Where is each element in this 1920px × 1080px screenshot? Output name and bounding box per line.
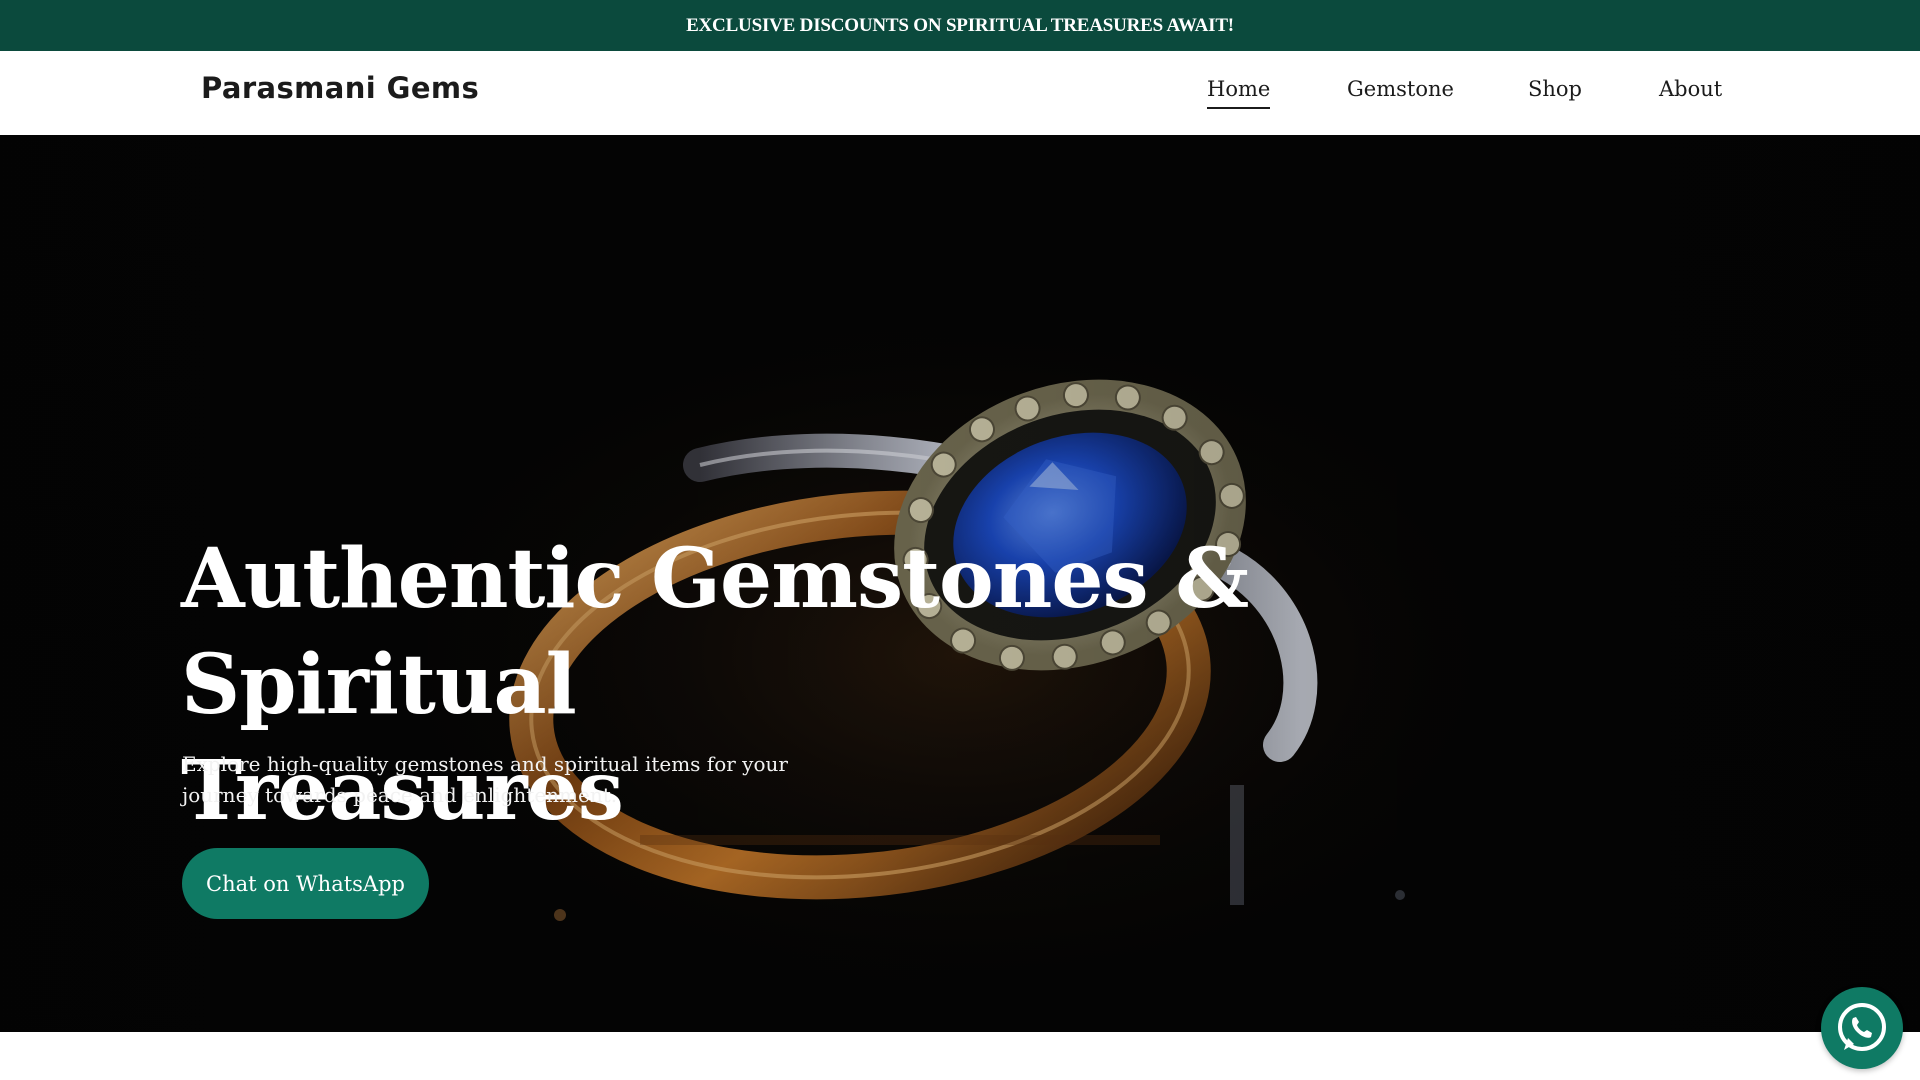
hero-section: Authentic Gemstones & Spiritual Treasure… bbox=[0, 135, 1920, 1032]
nav-home[interactable]: Home bbox=[1207, 77, 1271, 109]
chat-on-whatsapp-button[interactable]: Chat on WhatsApp bbox=[182, 848, 429, 919]
nav-shop[interactable]: Shop bbox=[1528, 77, 1582, 107]
announcement-text: EXCLUSIVE DISCOUNTS ON SPIRITUAL TREASUR… bbox=[686, 14, 1234, 36]
hero-subtitle-line-2: journey towards peace and enlightenment. bbox=[182, 783, 618, 807]
whatsapp-icon bbox=[1838, 1003, 1886, 1051]
hero-subtitle-line-1: Explore high-quality gemstones and spiri… bbox=[182, 752, 788, 776]
page-content-below bbox=[0, 1032, 1920, 1080]
main-nav: Home Gemstone Shop About bbox=[0, 77, 1920, 117]
site-header: Parasmani Gems Home Gemstone Shop About bbox=[0, 51, 1920, 135]
hero-subtitle: Explore high-quality gemstones and spiri… bbox=[182, 749, 802, 811]
nav-gemstone[interactable]: Gemstone bbox=[1347, 77, 1454, 107]
whatsapp-float-button[interactable] bbox=[1821, 987, 1903, 1069]
nav-about[interactable]: About bbox=[1659, 77, 1722, 107]
announcement-bar: EXCLUSIVE DISCOUNTS ON SPIRITUAL TREASUR… bbox=[0, 0, 1920, 51]
hero-title-line-1: Authentic Gemstones & Spiritual bbox=[181, 531, 1249, 733]
